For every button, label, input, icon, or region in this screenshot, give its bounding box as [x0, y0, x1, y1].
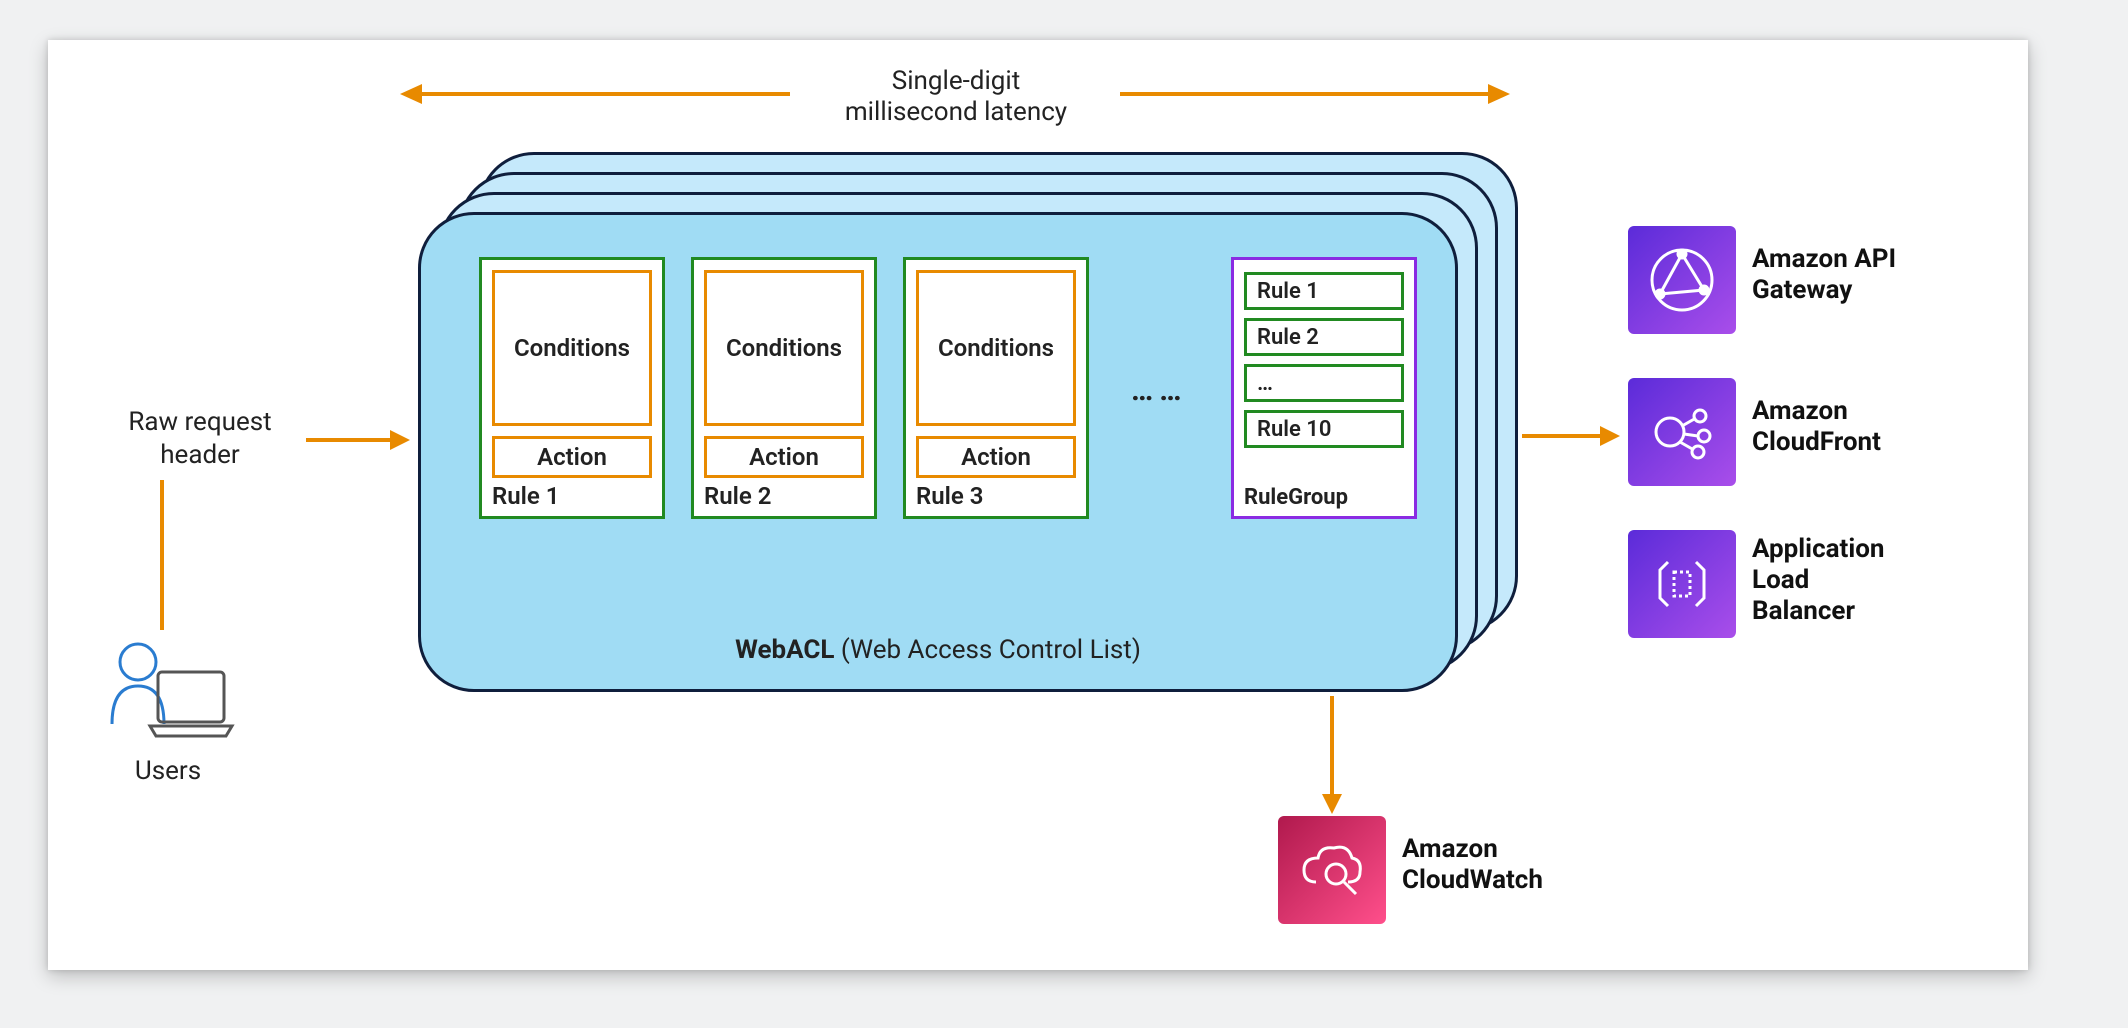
rulegroup-item-ellipsis: …: [1244, 364, 1404, 402]
alb-line1: Application: [1752, 534, 1884, 564]
rule3-conditions-label: Conditions: [938, 334, 1054, 362]
webacl-caption-rest: (Web Access Control List): [834, 635, 1140, 665]
rule1-label: Rule 1: [492, 482, 559, 510]
rule2-conditions: Conditions: [704, 270, 864, 426]
rules-ellipsis: ……: [1131, 373, 1187, 408]
top-arrow-left: [420, 92, 790, 96]
rule1-action: Action: [492, 436, 652, 478]
rulegroup-box: Rule 1 Rule 2 … Rule 10 RuleGroup: [1231, 257, 1417, 519]
cloudwatch-line1: Amazon: [1402, 834, 1498, 864]
latency-label: Single-digit millisecond latency: [806, 66, 1106, 128]
rulegroup-item-1: Rule 1: [1244, 272, 1404, 310]
rulegroup-item-10: Rule 10: [1244, 410, 1404, 448]
diagram-canvas: Single-digit millisecond latency Conditi…: [48, 40, 2028, 970]
alb-label: Application Load Balancer: [1752, 534, 1884, 628]
arrow-webacl-to-cloudwatch: [1330, 696, 1334, 796]
user-icon: [98, 636, 238, 746]
raw-request-label: Raw request header: [100, 406, 300, 471]
rule2-conditions-label: Conditions: [726, 334, 842, 362]
rule3-action: Action: [916, 436, 1076, 478]
alb-icon: [1628, 530, 1736, 638]
cloudfront-label: Amazon CloudFront: [1752, 396, 1881, 458]
arrowhead-left-icon: [400, 84, 422, 104]
cloudwatch-label: Amazon CloudWatch: [1402, 834, 1543, 896]
rule3-action-label: Action: [961, 443, 1031, 471]
rule1-action-label: Action: [537, 443, 607, 471]
arrow-webacl-to-services: [1522, 434, 1602, 438]
rulegroup-label: RuleGroup: [1244, 485, 1348, 510]
cloudfront-icon: [1628, 378, 1736, 486]
rule2-action: Action: [704, 436, 864, 478]
api-gateway-line2: Gateway: [1752, 275, 1852, 305]
raw-line2: header: [160, 440, 240, 470]
api-gateway-icon: [1628, 226, 1736, 334]
rule-box-3: Conditions Action Rule 3: [903, 257, 1089, 519]
latency-label-line2: millisecond latency: [845, 97, 1067, 127]
webacl-caption-bold: WebACL: [735, 635, 834, 665]
alb-line3: Balancer: [1752, 596, 1855, 626]
cloudwatch-icon: [1278, 816, 1386, 924]
cloudwatch-line2: CloudWatch: [1402, 865, 1543, 895]
line-raw-to-user: [160, 480, 164, 630]
rule2-label: Rule 2: [704, 482, 771, 510]
rule2-action-label: Action: [749, 443, 819, 471]
rule3-label: Rule 3: [916, 482, 983, 510]
cloudfront-line2: CloudFront: [1752, 427, 1881, 457]
arrow-request-to-webacl: [306, 438, 392, 442]
webacl-caption: WebACL (Web Access Control List): [421, 635, 1455, 665]
users-label: Users: [108, 756, 228, 786]
api-gateway-label: Amazon API Gateway: [1752, 244, 1896, 306]
rule1-conditions-label: Conditions: [514, 334, 630, 362]
arrowhead-right-icon: [1488, 84, 1510, 104]
rule1-conditions: Conditions: [492, 270, 652, 426]
rule3-conditions: Conditions: [916, 270, 1076, 426]
rulegroup-item-2: Rule 2: [1244, 318, 1404, 356]
alb-line2: Load: [1752, 565, 1809, 595]
rule-box-2: Conditions Action Rule 2: [691, 257, 877, 519]
raw-line1: Raw request: [128, 407, 271, 437]
webacl-card: Conditions Action Rule 1 Conditions Acti…: [418, 212, 1458, 692]
api-gateway-line1: Amazon API: [1752, 244, 1896, 274]
rule-box-1: Conditions Action Rule 1: [479, 257, 665, 519]
top-arrow-right: [1120, 92, 1490, 96]
cloudfront-line1: Amazon: [1752, 396, 1848, 426]
latency-label-line1: Single-digit: [892, 66, 1020, 96]
